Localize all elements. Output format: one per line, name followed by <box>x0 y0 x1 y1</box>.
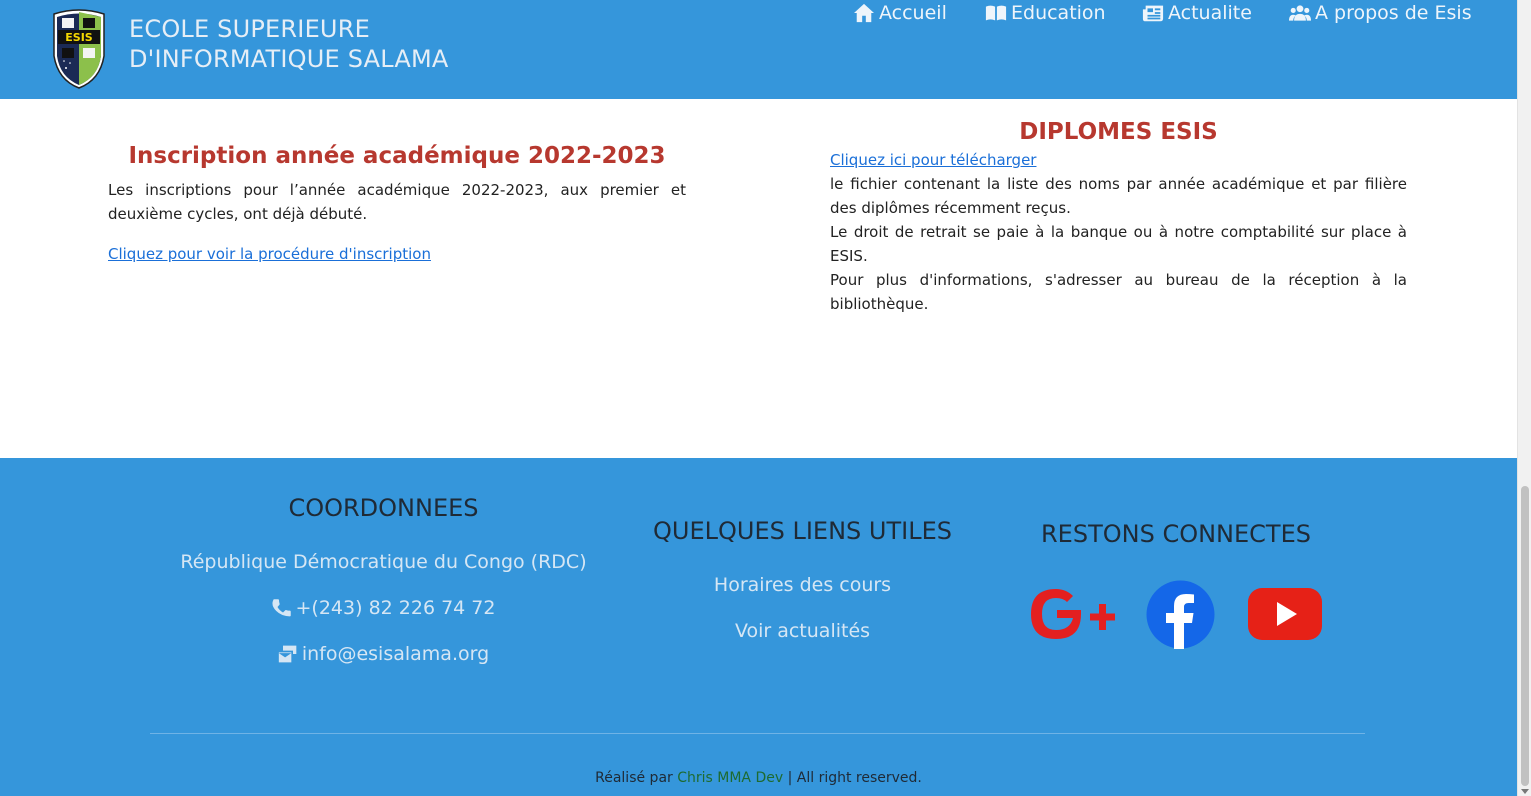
home-icon <box>854 3 874 23</box>
horaires-cours-link[interactable]: Horaires des cours <box>640 572 965 598</box>
email-line[interactable]: info@esisalama.org <box>140 641 627 667</box>
coordonnees-title: COORDONNEES <box>288 494 479 522</box>
nav-accueil[interactable]: Accueil <box>853 0 947 26</box>
book-icon <box>985 5 1007 21</box>
users-icon <box>1289 5 1311 21</box>
mail-bulk-icon <box>278 645 297 663</box>
phone-line[interactable]: +(243) 82 226 74 72 <box>140 595 627 621</box>
esis-logo[interactable]: ESIS <box>50 8 108 90</box>
footer-coordonnees: COORDONNEES République Démocratique du C… <box>140 492 627 667</box>
diplomes-download-link[interactable]: Cliquez ici pour télécharger <box>830 148 1036 172</box>
email-text: info@esisalama.org <box>301 643 490 665</box>
footer-liens-utiles: QUELQUES LIENS UTILES Horaires des cours… <box>640 515 965 644</box>
nav-actualite-label: Actualite <box>1168 2 1252 24</box>
brand-line-1: ECOLE SUPERIEURE <box>129 15 370 43</box>
nav-apropos-label: A propos de Esis <box>1315 2 1472 24</box>
voir-actualites-link[interactable]: Voir actualités <box>640 618 965 644</box>
copyright-prefix: Réalisé par <box>595 770 673 786</box>
footer-divider <box>150 733 1365 734</box>
logo-text: ESIS <box>65 31 93 44</box>
newspaper-icon <box>1142 5 1164 22</box>
page-scrollbar[interactable] <box>1517 0 1531 796</box>
nav-education[interactable]: Education <box>985 0 1106 26</box>
inscription-procedure-link[interactable]: Cliquez pour voir la procédure d'inscrip… <box>108 242 431 266</box>
diplomes-title: DIPLOMES ESIS <box>1019 119 1218 145</box>
google-plus-icon[interactable] <box>1029 586 1117 642</box>
country-text: République Démocratique du Congo (RDC) <box>180 551 587 573</box>
footer-restons-connectes: RESTONS CONNECTES <box>1020 518 1332 550</box>
diplomes-text-1: le fichier contenant la liste des noms p… <box>830 175 1407 217</box>
diplomes-text-3: Pour plus d'informations, s'adresser au … <box>830 271 1407 313</box>
site-footer: COORDONNEES République Démocratique du C… <box>0 458 1517 796</box>
inscription-section: Inscription année académique 2022-2023 L… <box>108 140 686 266</box>
phone-icon <box>271 599 291 617</box>
copyright-line: Réalisé par Chris MMA Dev | All right re… <box>0 769 1517 787</box>
facebook-icon[interactable] <box>1146 580 1215 649</box>
nav-education-label: Education <box>1011 2 1106 24</box>
nav-accueil-label: Accueil <box>879 2 947 24</box>
diplomes-text-2: Le droit de retrait se paie à la banque … <box>830 223 1407 265</box>
developer-link[interactable]: Chris MMA Dev <box>677 770 783 786</box>
inscription-text: Les inscriptions pour l’année académique… <box>108 181 686 223</box>
inscription-title: Inscription année académique 2022-2023 <box>128 143 666 169</box>
site-brand[interactable]: ECOLE SUPERIEURE D'INFORMATIQUE SALAMA <box>129 14 449 74</box>
nav-actualite[interactable]: Actualite <box>1142 0 1252 26</box>
diplomes-section: DIPLOMES ESIS Cliquez ici pour télécharg… <box>830 116 1407 316</box>
brand-line-2: D'INFORMATIQUE SALAMA <box>129 45 449 73</box>
phone-text: +(243) 82 226 74 72 <box>295 597 496 619</box>
liens-utiles-title: QUELQUES LIENS UTILES <box>653 517 952 545</box>
scrollbar-thumb[interactable] <box>1521 486 1529 786</box>
copyright-suffix: | All right reserved. <box>787 770 922 786</box>
restons-connectes-title: RESTONS CONNECTES <box>1041 520 1311 548</box>
nav-apropos[interactable]: A propos de Esis <box>1289 0 1472 26</box>
youtube-icon[interactable] <box>1247 586 1323 642</box>
site-header: ESIS ECOLE SUPERIEURE D'INFORMATIQUE SAL… <box>0 0 1517 99</box>
scroll-down-arrow-icon[interactable] <box>1521 789 1529 794</box>
